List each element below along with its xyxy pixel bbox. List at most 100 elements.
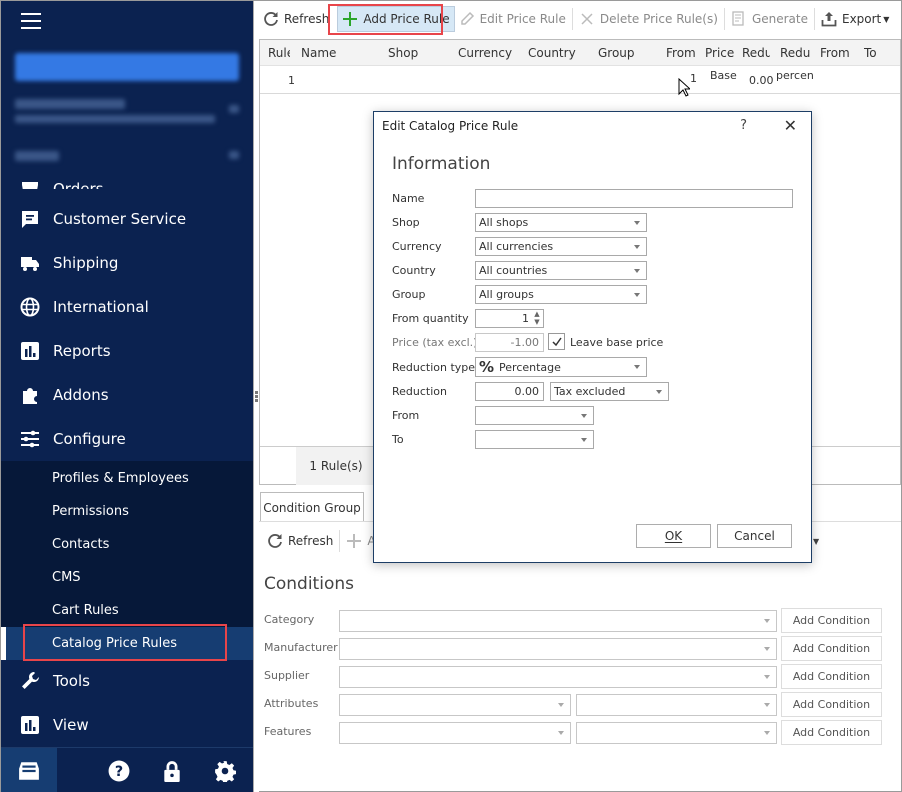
from-quantity-stepper[interactable]: 1 ▲ ▼ [475,309,544,328]
blurred-text [15,115,215,123]
submenu-label: Profiles & Employees [52,471,189,486]
to-date-picker[interactable] [475,430,594,449]
spinner-arrows-icon[interactable]: ▲ ▼ [533,310,541,327]
submenu-label: Contacts [52,537,110,552]
refresh-button[interactable]: Refresh [259,6,333,32]
column-header[interactable]: Currency [458,46,512,60]
reduction-type-select[interactable]: % Percentage [475,357,647,377]
edit-price-rule-button[interactable]: Edit Price Rule [455,6,570,32]
nav-international[interactable]: International [1,285,253,329]
country-select[interactable]: All countries [475,261,647,280]
help-icon[interactable]: ? [740,118,747,133]
close-icon [581,13,593,25]
hamburger-menu-icon[interactable] [21,13,41,29]
shop-select[interactable]: All shops [475,213,647,232]
ok-label: OK [664,529,683,543]
nav-configure[interactable]: Configure [1,417,253,461]
attribute-group-combo[interactable] [339,694,571,716]
nav-label: Reports [53,342,111,360]
column-header[interactable]: Country [528,46,576,60]
submenu-profiles-employees[interactable]: Profiles & Employees [1,462,253,495]
conditions-refresh-button[interactable]: Refresh [263,528,337,554]
category-combo[interactable] [339,610,777,632]
cell-price: Base [710,69,737,82]
column-header[interactable]: Price [705,46,734,60]
lock-button[interactable] [144,748,200,792]
submenu-cms[interactable]: CMS [1,561,253,594]
column-header[interactable]: Redu [780,46,810,60]
reduction-label: Reduction [392,385,447,398]
supplier-combo[interactable] [339,666,777,688]
from-date-picker[interactable] [475,406,594,425]
nav-label: Orders [53,180,104,189]
submenu-label: Cart Rules [52,603,119,618]
add-condition-button[interactable]: Add Condition [781,692,882,717]
column-header[interactable]: Group [598,46,635,60]
nav-tools[interactable]: Tools [1,659,253,703]
price-input[interactable]: -1.00 [475,333,544,352]
nav-shipping[interactable]: Shipping [1,241,253,285]
column-header[interactable]: Name [301,46,336,60]
column-header[interactable]: From [820,46,850,60]
blurred-chevron[interactable] [229,151,239,159]
condition-label: Manufacturer [264,641,338,654]
splitter-grip-icon[interactable] [255,391,258,402]
column-header[interactable]: From [666,46,696,60]
add-condition-button[interactable]: Add Condition [781,608,882,633]
column-header[interactable]: To [864,46,877,60]
currency-select[interactable]: All currencies [475,237,647,256]
sliders-icon [19,428,41,450]
wrench-icon [19,670,41,692]
svg-text:?: ? [115,764,123,780]
add-condition-button[interactable]: Add Condition [781,636,882,661]
bar-chart-icon [19,714,41,736]
edit-label: Edit Price Rule [479,12,566,26]
name-input[interactable] [475,189,793,208]
condition-label: Attributes [264,697,319,710]
blurred-chevron[interactable] [229,105,239,113]
toolbar-separator [723,8,725,30]
rule-count: 1 Rule(s) [296,447,376,485]
blurred-button[interactable] [15,53,239,81]
submenu-permissions[interactable]: Permissions [1,495,253,528]
attribute-value-combo[interactable] [576,694,777,716]
generate-icon [732,11,744,26]
nav-orders[interactable]: Orders [1,161,253,189]
group-select[interactable]: All groups [475,285,647,304]
condition-row-attributes: Attributes Add Condition [264,692,884,717]
submenu-contacts[interactable]: Contacts [1,528,253,561]
inbox-button[interactable] [1,748,57,792]
reduction-input[interactable]: 0.00 [475,382,544,401]
column-header[interactable]: Redu [742,46,770,60]
add-condition-button[interactable]: Add Condition [781,720,882,745]
nav-addons[interactable]: Addons [1,373,253,417]
delete-price-rule-button[interactable]: Delete Price Rule(s) [575,6,722,32]
nav-customer-service[interactable]: Customer Service [1,197,253,241]
nav-view[interactable]: View [1,703,253,747]
tax-select[interactable]: Tax excluded [550,382,669,401]
add-condition-button[interactable]: Add Condition [781,664,882,689]
cancel-button[interactable]: Cancel [717,524,792,548]
export-button[interactable]: Export ▼ [817,6,893,32]
settings-button[interactable] [197,748,253,792]
feature-value-combo[interactable] [576,722,777,744]
table-row[interactable]: 1 1 Base 0.00 percen [260,66,900,94]
leave-base-price-checkbox[interactable] [548,333,565,350]
help-button[interactable]: ? [91,748,147,792]
generate-button[interactable]: Generate [727,6,812,32]
refresh-icon [264,12,278,26]
column-header[interactable]: Shop [388,46,418,60]
shop-label: Shop [392,216,420,229]
feature-combo[interactable] [339,722,571,744]
tab-condition-group[interactable]: Condition Group [260,492,364,522]
condition-row-manufacturer: Manufacturer Add Condition [264,636,884,661]
cancel-label: Cancel [734,529,775,543]
close-icon[interactable]: ✕ [784,116,797,135]
submenu-cart-rules[interactable]: Cart Rules [1,594,253,627]
refresh-label: Refresh [288,534,334,548]
lock-icon [164,761,180,782]
column-header[interactable]: Rule [268,46,290,60]
nav-reports[interactable]: Reports [1,329,253,373]
manufacturer-combo[interactable] [339,638,777,660]
ok-button[interactable]: OK [636,524,711,548]
